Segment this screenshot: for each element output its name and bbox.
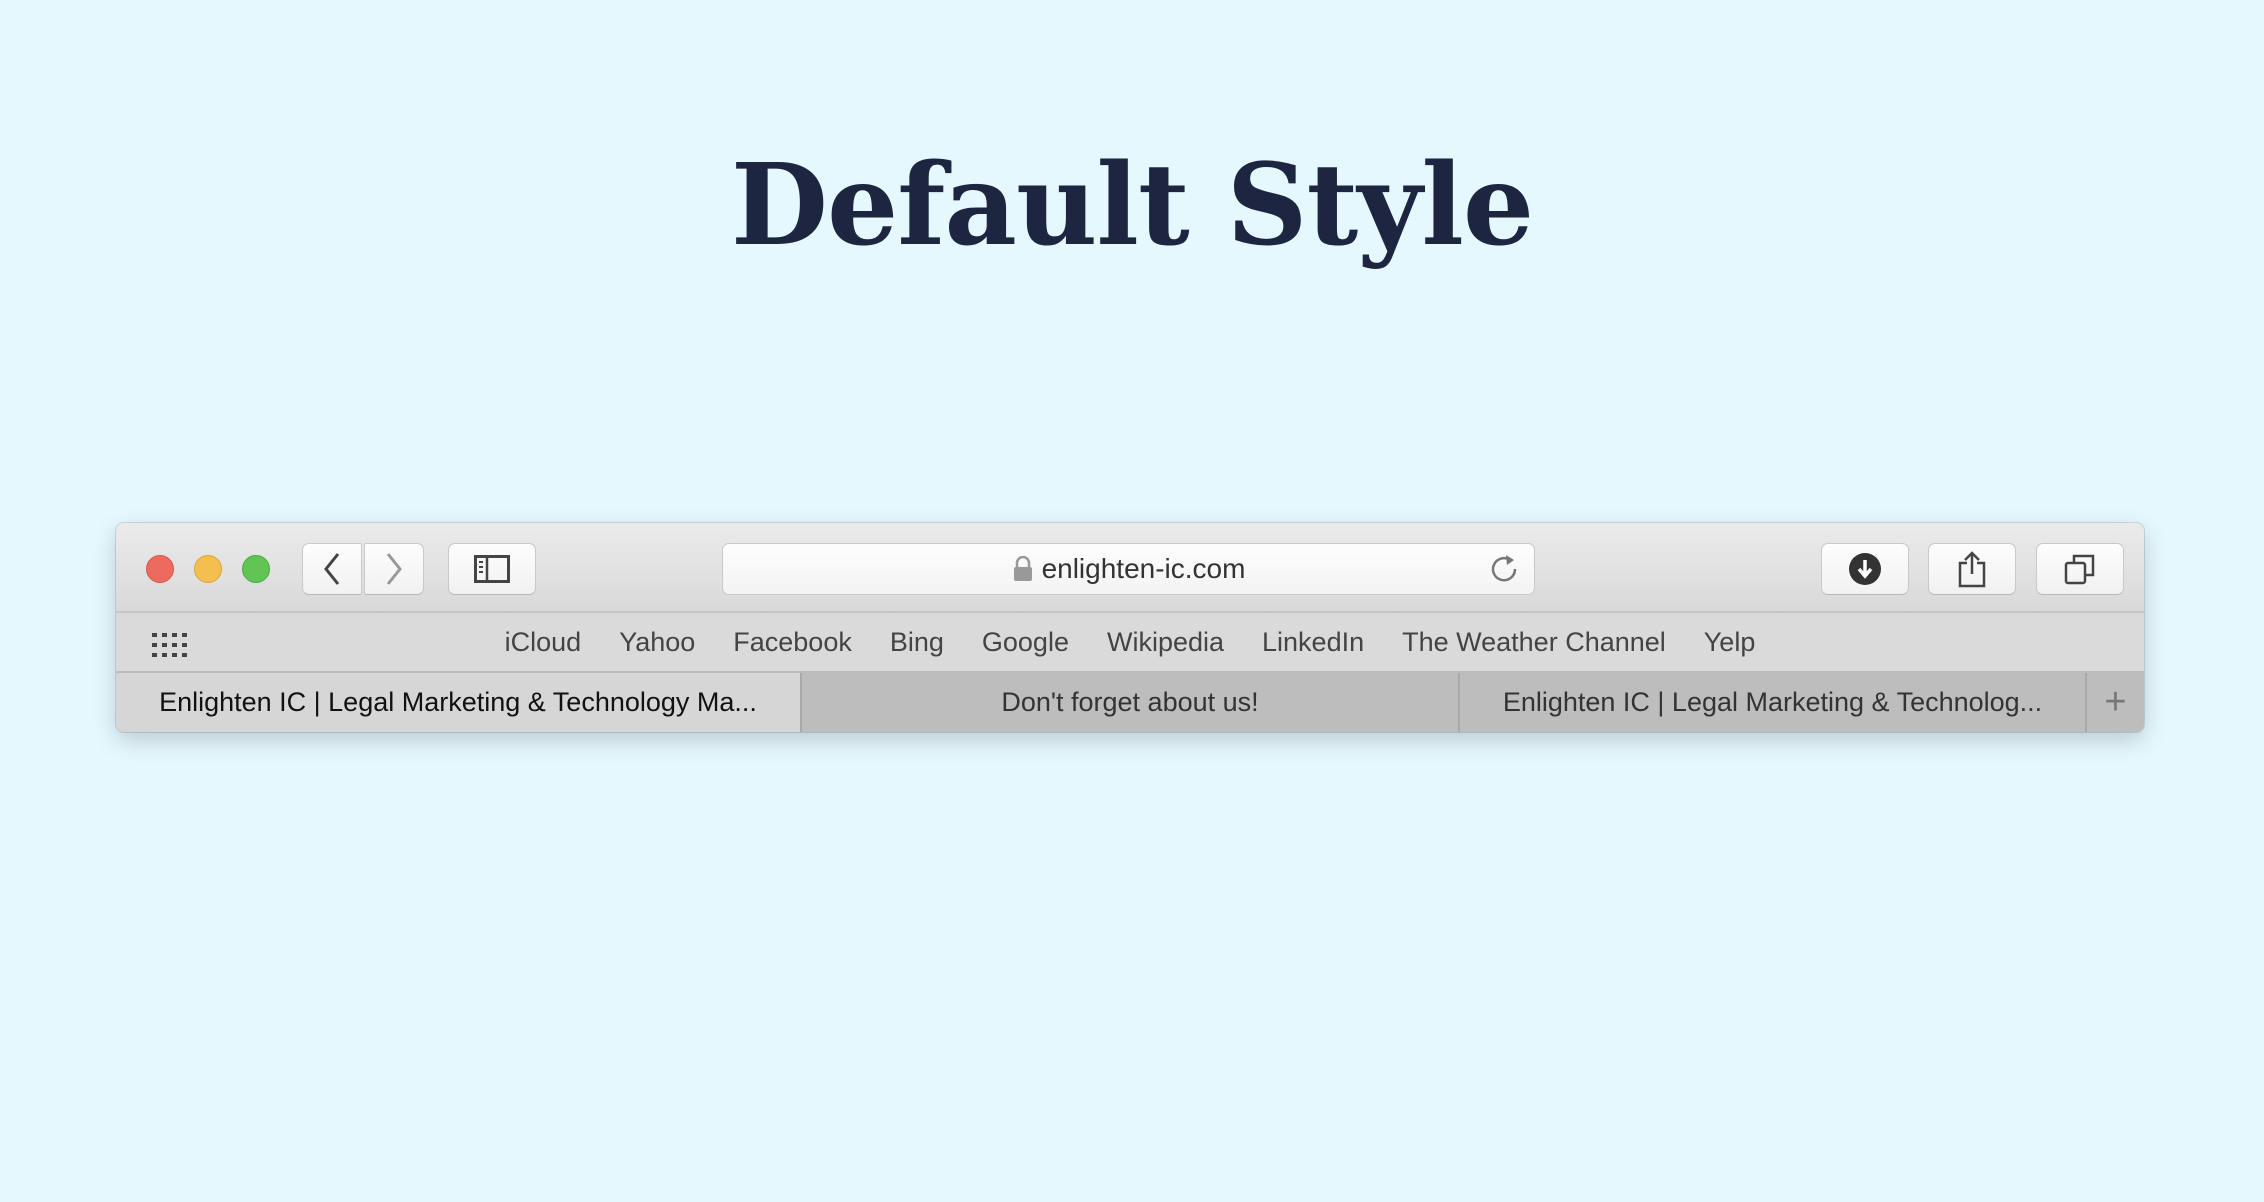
bookmark-weather-channel[interactable]: The Weather Channel xyxy=(1402,627,1666,658)
download-icon xyxy=(1849,553,1881,585)
tabs-icon xyxy=(2064,554,2095,585)
tab-2[interactable]: Don't forget about us! xyxy=(800,673,1458,732)
tab-title: Enlighten IC | Legal Marketing & Technol… xyxy=(1502,687,2043,717)
bookmark-facebook[interactable]: Facebook xyxy=(733,627,852,658)
reload-icon[interactable] xyxy=(1488,553,1520,585)
address-bar[interactable]: enlighten-ic.com xyxy=(722,543,1535,595)
chevron-right-icon xyxy=(386,553,402,585)
share-button[interactable] xyxy=(1928,543,2016,595)
tab-3[interactable]: Enlighten IC | Legal Marketing & Technol… xyxy=(1458,673,2085,732)
close-button[interactable] xyxy=(146,555,174,583)
tab-title: Don't forget about us! xyxy=(1001,687,1259,717)
new-tab-button[interactable]: + xyxy=(2085,673,2144,732)
lock-icon xyxy=(1013,556,1032,581)
tab-1[interactable]: Enlighten IC | Legal Marketing & Technol… xyxy=(116,673,800,732)
tab-title: Enlighten IC | Legal Marketing & Technol… xyxy=(159,687,757,717)
forward-button[interactable] xyxy=(364,543,424,595)
address-text: enlighten-ic.com xyxy=(1041,553,1246,584)
sidebar-button[interactable] xyxy=(448,543,536,595)
downloads-button[interactable] xyxy=(1821,543,1909,595)
sidebar-icon xyxy=(474,555,510,583)
page-title: Default Style xyxy=(730,140,1534,271)
bookmark-google[interactable]: Google xyxy=(982,627,1069,658)
chevron-left-icon xyxy=(324,553,340,585)
minimize-button[interactable] xyxy=(194,555,222,583)
bookmark-wikipedia[interactable]: Wikipedia xyxy=(1107,627,1224,658)
bookmark-yahoo[interactable]: Yahoo xyxy=(619,627,695,658)
bookmark-yelp[interactable]: Yelp xyxy=(1704,627,1756,658)
toolbar: enlighten-ic.com xyxy=(116,523,2144,613)
bookmark-linkedin[interactable]: LinkedIn xyxy=(1262,627,1364,658)
share-icon xyxy=(1958,551,1986,588)
grid-icon[interactable] xyxy=(152,633,188,657)
browser-window: enlighten-ic.com iCloud Yahoo Facebook B… xyxy=(116,523,2144,732)
zoom-button[interactable] xyxy=(242,555,270,583)
tab-overview-button[interactable] xyxy=(2036,543,2124,595)
bookmark-icloud[interactable]: iCloud xyxy=(505,627,582,658)
tab-bar: Enlighten IC | Legal Marketing & Technol… xyxy=(116,673,2144,732)
bookmark-bing[interactable]: Bing xyxy=(890,627,944,658)
plus-icon: + xyxy=(2104,681,2127,723)
back-button[interactable] xyxy=(302,543,362,595)
bookmarks-bar: iCloud Yahoo Facebook Bing Google Wikipe… xyxy=(116,613,2144,673)
